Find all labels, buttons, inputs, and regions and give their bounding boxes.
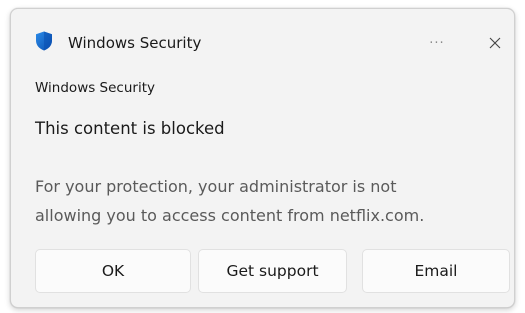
close-icon: [489, 34, 501, 53]
screen: Windows Security ··· Windows Security Th…: [0, 0, 525, 313]
shield-icon: [35, 31, 53, 51]
get-support-button[interactable]: Get support: [198, 249, 347, 293]
message-line: For your protection, your administrator …: [35, 177, 397, 196]
message-line: allowing you to access content from netf…: [35, 206, 425, 225]
more-options-icon: ···: [429, 35, 445, 51]
window-title: Windows Security: [68, 34, 202, 52]
title-bar[interactable]: Windows Security ···: [11, 9, 514, 57]
source-label: Windows Security: [35, 80, 155, 96]
dialog-heading: This content is blocked: [35, 119, 225, 138]
email-button[interactable]: Email: [362, 249, 510, 293]
security-dialog: Windows Security ··· Windows Security Th…: [10, 8, 515, 308]
more-options-button[interactable]: ···: [419, 29, 455, 57]
dialog-message: For your protection, your administrator …: [35, 172, 485, 230]
ok-button[interactable]: OK: [35, 249, 191, 293]
close-button[interactable]: [479, 29, 511, 57]
